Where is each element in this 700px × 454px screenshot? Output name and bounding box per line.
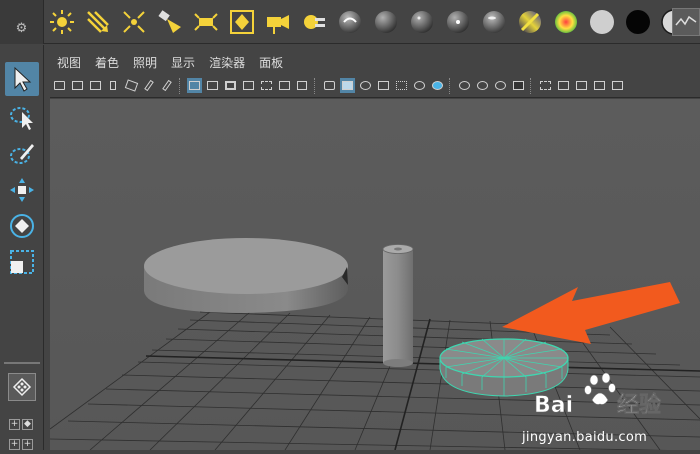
depth-of-field-icon[interactable]: [511, 78, 526, 93]
menu-view[interactable]: 视图: [50, 54, 88, 71]
scale-tool-icon[interactable]: [5, 245, 39, 279]
toolbar-divider: [530, 77, 533, 94]
lasso-tool-icon[interactable]: [5, 100, 39, 134]
wireframe-icon[interactable]: [322, 78, 337, 93]
wireframe-on-shaded-icon[interactable]: [358, 78, 373, 93]
safe-action-icon[interactable]: [277, 78, 292, 93]
shelf-icons: [44, 0, 692, 44]
safe-title-icon[interactable]: [295, 78, 310, 93]
directional-light-icon[interactable]: [81, 5, 115, 39]
menu-shading[interactable]: 着色: [88, 54, 126, 71]
grease-pencil-icon[interactable]: [142, 78, 157, 93]
xray-icon[interactable]: [556, 78, 571, 93]
camera-exposure-icon[interactable]: [610, 78, 625, 93]
gate-mask-icon[interactable]: [241, 78, 256, 93]
layout-preset-icon[interactable]: +: [9, 419, 20, 430]
film-gate-icon[interactable]: [205, 78, 220, 93]
xray-joints-icon[interactable]: [574, 78, 589, 93]
black-sphere-icon[interactable]: [621, 5, 655, 39]
phong-sphere-icon[interactable]: [405, 5, 439, 39]
rotate-tool-icon[interactable]: [5, 209, 39, 243]
xray-active-components-icon[interactable]: [592, 78, 607, 93]
ramp-sphere-icon[interactable]: [513, 5, 547, 39]
white-sphere-icon[interactable]: [585, 5, 619, 39]
field-chart-icon[interactable]: [259, 78, 274, 93]
resolution-gate-icon[interactable]: [223, 78, 238, 93]
blinn-sphere-icon[interactable]: [333, 5, 367, 39]
select-camera-icon[interactable]: [52, 78, 67, 93]
shelf-settings-gear-icon[interactable]: ⚙: [0, 0, 44, 44]
anisotropic-sphere-icon[interactable]: [477, 5, 511, 39]
baidu-logo-icon: Bai 经验: [534, 372, 661, 418]
screen-space-ao-icon[interactable]: [457, 78, 472, 93]
layout-preset-icon[interactable]: ◆: [22, 419, 33, 430]
menu-show[interactable]: 显示: [164, 54, 202, 71]
menu-panels[interactable]: 面板: [252, 54, 290, 71]
layout-presets: + ◆+ +: [8, 411, 36, 451]
panel-menu-bar: 视图 着色 照明 显示 渲染器 面板: [50, 52, 700, 72]
camera-icon[interactable]: [261, 5, 295, 39]
anti-aliasing-icon[interactable]: [493, 78, 508, 93]
toolbar-divider: [179, 77, 182, 94]
menu-lighting[interactable]: 照明: [126, 54, 164, 71]
bookmark-icon[interactable]: [88, 78, 103, 93]
camera-aim-icon[interactable]: [297, 5, 331, 39]
camera-settings-icon[interactable]: [160, 78, 175, 93]
point-light-icon[interactable]: [117, 5, 151, 39]
use-all-lights-icon[interactable]: [394, 78, 409, 93]
cylinder-object: [382, 244, 414, 367]
baidu-jingyan-watermark: Bai 经验 jingyan.baidu.com: [512, 372, 700, 450]
toolbox-divider: [4, 362, 40, 364]
smooth-shade-all-icon[interactable]: [339, 78, 355, 93]
watermark-url: jingyan.baidu.com: [522, 430, 648, 445]
ocean-sphere-icon[interactable]: [549, 5, 583, 39]
svg-text:经验: 经验: [617, 392, 661, 418]
spot-light-icon[interactable]: [153, 5, 187, 39]
single-perspective-layout-icon[interactable]: [8, 373, 36, 401]
toolbox: + ◆+ +: [0, 45, 44, 450]
move-tool-icon[interactable]: [5, 173, 39, 207]
panel-toolbar: [50, 74, 700, 98]
paint-select-tool-icon[interactable]: [5, 137, 39, 171]
large-disc-object: [144, 238, 348, 313]
volume-light-icon[interactable]: [225, 5, 259, 39]
svg-text:Bai: Bai: [534, 393, 573, 418]
toolbar-divider: [449, 77, 452, 94]
shadows-icon[interactable]: [412, 78, 427, 93]
phong-e-sphere-icon[interactable]: [441, 5, 475, 39]
ambient-occlusion-icon[interactable]: [430, 78, 445, 93]
2d-pan-zoom-icon[interactable]: [124, 78, 139, 93]
hypergraph-icon[interactable]: [672, 8, 700, 36]
layout-preset-icon[interactable]: +: [22, 439, 33, 450]
layout-preset-icon[interactable]: +: [9, 439, 20, 450]
toolbar-divider: [314, 77, 317, 94]
shelf-bar: ⚙: [0, 0, 700, 44]
image-plane-icon[interactable]: [106, 78, 121, 93]
motion-blur-icon[interactable]: [475, 78, 490, 93]
grid-toggle-icon[interactable]: [186, 78, 202, 93]
select-tool-icon[interactable]: [5, 62, 39, 96]
area-light-icon[interactable]: [189, 5, 223, 39]
textured-icon[interactable]: [376, 78, 391, 93]
camera-attributes-icon[interactable]: [70, 78, 85, 93]
lambert-sphere-icon[interactable]: [369, 5, 403, 39]
sun-light-icon[interactable]: [45, 5, 79, 39]
isolate-select-icon[interactable]: [538, 78, 553, 93]
menu-renderer[interactable]: 渲染器: [202, 54, 252, 71]
